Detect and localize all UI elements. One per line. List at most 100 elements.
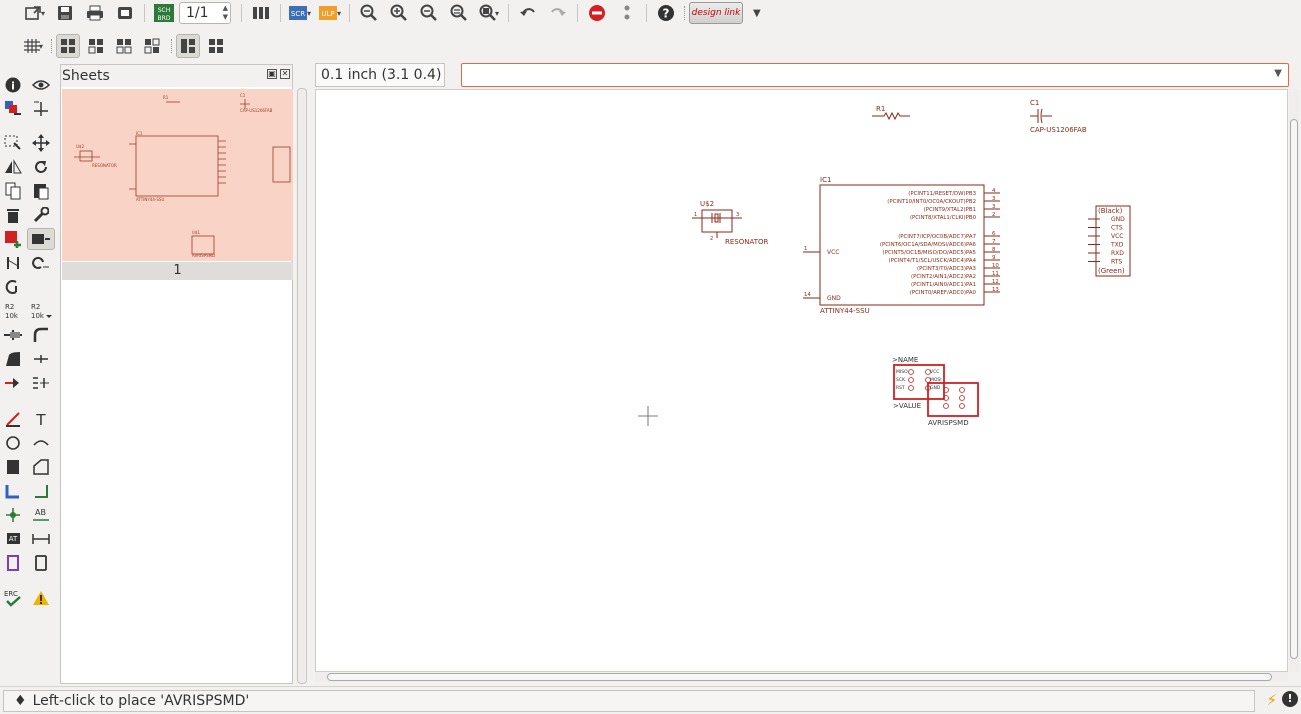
cam-processor-icon[interactable] [110, 1, 140, 25]
layout-1-icon[interactable] [56, 34, 80, 58]
arc-icon[interactable] [29, 432, 53, 454]
secondary-toolbar: ▾ [0, 33, 1301, 59]
c1-capacitor[interactable]: C1 CAP-US1206FAB [1030, 99, 1087, 134]
group-icon[interactable] [1, 132, 25, 154]
rectangle-icon[interactable] [1, 456, 25, 478]
undo-icon[interactable] [513, 1, 543, 25]
vertical-scrollbar[interactable] [1289, 89, 1299, 672]
command-history-dropdown-icon[interactable]: ▼ [1274, 68, 1282, 79]
ic1-pin-number: 6 [992, 231, 996, 237]
mark-icon[interactable] [29, 98, 53, 120]
add-part-icon[interactable] [1, 228, 25, 250]
command-input[interactable] [462, 64, 1262, 86]
sheet-selector[interactable]: 1/1 ▲ ▼ [179, 2, 231, 24]
svg-text:T: T [35, 411, 46, 427]
erc-icon[interactable]: ERC [1, 587, 25, 609]
zoom-redraw-icon[interactable] [444, 1, 474, 25]
schematic-canvas[interactable]: R1 C1 CAP-US1206FAB U$2 1 3 2 RESONATOR [315, 89, 1288, 672]
script-icon[interactable]: SCR ▾ [285, 1, 315, 25]
net-icon[interactable] [29, 480, 53, 502]
u2-resonator[interactable]: U$2 1 3 2 RESONATOR [692, 200, 769, 246]
zoom-out-icon[interactable] [414, 1, 444, 25]
avrisp-value: AVRISPSMD [928, 419, 969, 427]
r1-resistor[interactable]: R1 [872, 105, 910, 121]
sheet-thumbnail[interactable]: R1 C1 CAP-US1206FAB IC1 ATTINY44-SSU U$2… [62, 89, 293, 261]
split-icon[interactable] [1, 276, 25, 298]
stop-icon[interactable] [582, 1, 612, 25]
module-icon[interactable] [29, 552, 53, 574]
invoke-icon[interactable] [1, 372, 25, 394]
info-icon[interactable]: i [1, 74, 25, 96]
circle-icon[interactable] [1, 432, 25, 454]
layout-3-icon[interactable] [112, 34, 136, 58]
errors-icon[interactable] [29, 587, 53, 609]
lightning-icon[interactable]: ⚡ [1266, 691, 1277, 709]
zoom-select-icon[interactable]: ▾ [474, 1, 504, 25]
layout-2-icon[interactable] [84, 34, 108, 58]
warning-icon[interactable]: ! [1282, 691, 1298, 707]
panel-splitter[interactable] [297, 88, 307, 684]
ic1-attiny44[interactable]: IC1 ATTINY44-SSU (PCINT11/RESET/DW)PB3 4 (… [803, 176, 1000, 315]
float-panel-icon[interactable]: ▣ [267, 69, 277, 79]
close-panel-icon[interactable]: ✕ [280, 69, 290, 79]
command-line[interactable]: ▼ [461, 63, 1289, 87]
label-icon[interactable]: AB [29, 504, 53, 526]
change-icon[interactable] [29, 204, 53, 226]
rotate-icon[interactable] [29, 156, 53, 178]
ulp-icon[interactable]: ULP ▾ [315, 1, 345, 25]
grid-icon[interactable]: ▾ [18, 34, 48, 58]
optimize-icon[interactable] [29, 348, 53, 370]
text-icon[interactable]: T [29, 408, 53, 430]
bus-icon[interactable] [1, 480, 25, 502]
replace-icon[interactable] [27, 228, 55, 250]
svg-text:ERC: ERC [4, 590, 18, 598]
polygon-icon[interactable] [29, 456, 53, 478]
svg-text:IC1: IC1 [136, 131, 143, 136]
paste-icon[interactable] [29, 180, 53, 202]
frame-icon[interactable] [1, 552, 25, 574]
smash-icon[interactable] [1, 324, 25, 346]
avrisp-value-text: >VALUE [893, 402, 921, 410]
spinner-icon[interactable]: ▲ ▼ [223, 4, 228, 22]
dimension-icon[interactable] [29, 528, 53, 550]
layout-4-icon[interactable] [140, 34, 164, 58]
zoom-in-icon[interactable] [384, 1, 414, 25]
split-segment-icon[interactable] [1, 348, 25, 370]
print-icon[interactable] [80, 1, 110, 25]
panel-layout-b-icon[interactable] [204, 34, 228, 58]
save-icon[interactable] [50, 1, 80, 25]
help-icon[interactable]: ? [651, 1, 681, 25]
ftdi-pin-label: VCC [1111, 233, 1123, 240]
copy-icon[interactable] [1, 180, 25, 202]
go-icon[interactable] [612, 1, 642, 25]
value-icon[interactable]: R2 10k [29, 300, 53, 322]
ic1-pin-label: (PCINT7/ICP/OC0B/ADC7)PA7 [898, 234, 976, 240]
avrisp-connector[interactable]: >NAME MISO SCK RST VCC MOSI GND >VALUE A… [892, 356, 979, 427]
show-icon[interactable] [29, 74, 53, 96]
attribute-icon[interactable]: AT [1, 528, 25, 550]
svg-text:ULP: ULP [321, 10, 334, 18]
redo-icon[interactable] [543, 1, 573, 25]
ic1-pin-number: 14 [804, 292, 811, 298]
design-link-button[interactable]: design link [689, 2, 743, 24]
zoom-fit-icon[interactable] [354, 1, 384, 25]
name-icon[interactable]: R2 10k [1, 300, 25, 322]
ftdi-header[interactable]: (Black) (Green) GND CTSVCC TXDRXD RTS [1088, 205, 1131, 277]
layer-settings-icon[interactable] [246, 1, 276, 25]
move-icon[interactable] [29, 132, 53, 154]
swap-gate-icon[interactable] [1, 252, 25, 274]
wire-icon[interactable] [1, 408, 25, 430]
ic1-pin-label: GND [827, 295, 841, 302]
delete-icon[interactable] [1, 204, 25, 226]
pin-swap-icon[interactable] [29, 252, 53, 274]
junction-icon[interactable] [1, 504, 25, 526]
display-layers-icon[interactable] [1, 98, 25, 120]
gateswap-icon[interactable] [29, 372, 53, 394]
horizontal-scrollbar[interactable] [315, 672, 1288, 682]
miter-icon[interactable] [29, 324, 53, 346]
mirror-icon[interactable] [1, 156, 25, 178]
open-icon[interactable]: ▾ [20, 1, 50, 25]
panel-layout-a-icon[interactable] [176, 34, 200, 58]
sch-brd-switch-icon[interactable]: SCH BRD [149, 1, 179, 25]
design-link-dropdown-icon[interactable]: ▼ [753, 8, 761, 19]
